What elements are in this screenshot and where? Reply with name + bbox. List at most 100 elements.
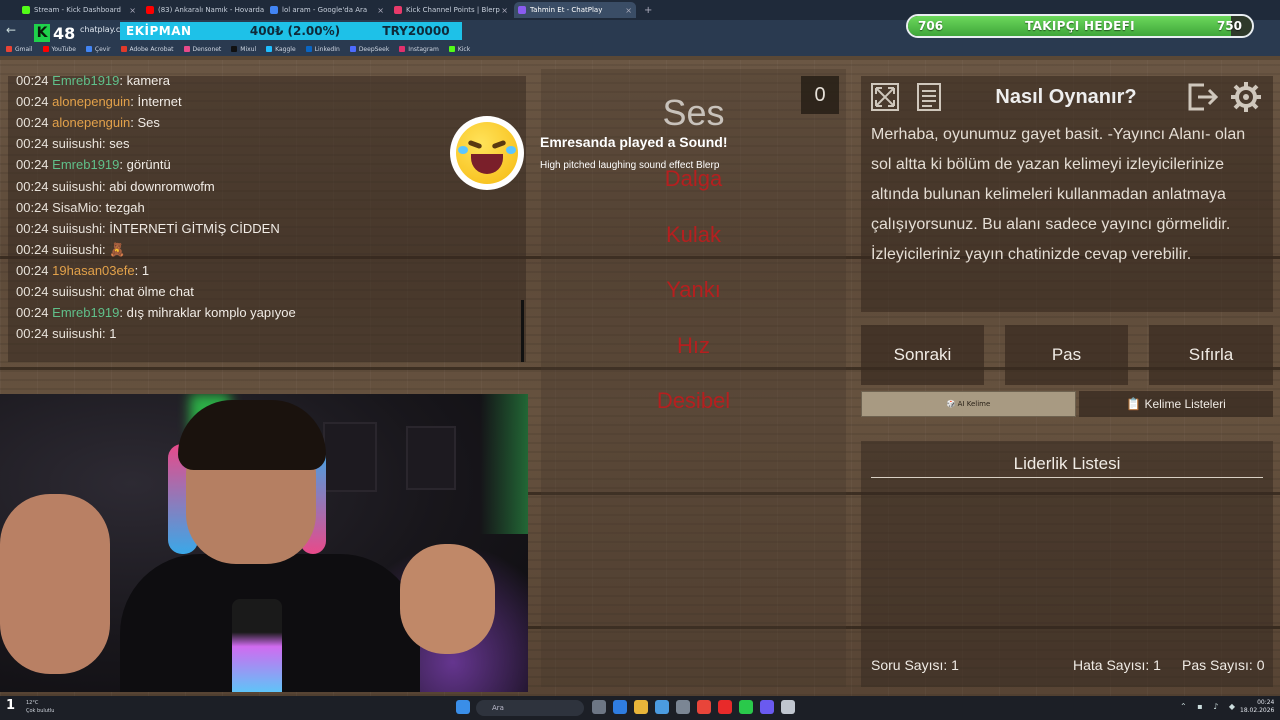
forbidden-word: Hız [677, 332, 710, 358]
chat-username[interactable]: suiisushi [52, 284, 102, 299]
webcam-feed [0, 394, 528, 692]
chat-text: kamera [126, 73, 170, 88]
bookmark-item[interactable]: YouTube [42, 46, 76, 53]
chat-username[interactable]: Emreb1919 [52, 157, 119, 172]
follower-goal-target: 750 [1216, 19, 1242, 33]
bookmark-item[interactable]: DeepSeek [349, 46, 389, 53]
tab-label: Kick Channel Points | Blerp [406, 6, 500, 14]
bookmark-item[interactable]: Instagram [399, 46, 439, 53]
chat-text: 1 [141, 262, 150, 278]
discord-icon[interactable] [760, 700, 774, 714]
settings-gear-icon[interactable] [1229, 80, 1263, 114]
tab-favicon-icon [22, 6, 30, 14]
chat-timestamp: 00:24 [16, 284, 49, 299]
bookmark-favicon-icon [448, 46, 455, 52]
chat-username[interactable]: Emreb1919 [52, 73, 119, 88]
bookmark-item[interactable]: Gmail [6, 46, 33, 53]
exit-icon[interactable] [1185, 80, 1219, 114]
chat-text: abi downromwofm [109, 178, 215, 194]
bookmark-item[interactable]: Densonet [183, 46, 221, 53]
system-tray[interactable]: ⌃ ▪ ♪ ◆ [1180, 702, 1239, 711]
fullscreen-icon[interactable] [868, 80, 902, 114]
youtube-icon[interactable] [718, 700, 732, 714]
clock-date: 18.02.2026 [1240, 707, 1275, 714]
kick-viewer-badge: K 48 [34, 24, 75, 43]
chat-username[interactable]: Emreb1919 [52, 305, 119, 320]
forbidden-word: Yankı [666, 277, 721, 302]
equipment-label: EKİPMAN [126, 24, 192, 38]
bookmark-item[interactable]: Kaggle [266, 46, 296, 53]
bookmark-favicon-icon [399, 46, 406, 52]
chat-message: 00:24 19hasan03efe: 1 [16, 262, 150, 278]
bookmark-favicon-icon [305, 46, 312, 52]
word-lists-button[interactable]: 📋 Kelime Listeleri [1079, 391, 1273, 417]
browser-tab[interactable]: Tahmin Et - ChatPlay × [514, 2, 636, 18]
chat-username[interactable]: SisaMio [52, 200, 98, 215]
weather-widget[interactable]: 12°C Çok bulutlu [26, 699, 54, 715]
back-arrow-icon[interactable]: ← [6, 23, 16, 37]
chat-username[interactable]: alonepenguin [52, 115, 130, 130]
forbidden-word: Kulak [665, 221, 722, 247]
chat-username[interactable]: suiisushi [52, 242, 102, 257]
browser-tab[interactable]: Kick Channel Points | Blerp × [390, 2, 512, 18]
chat-username[interactable]: 19hasan03efe [52, 263, 134, 278]
chat-message: 00:24 suiisushi: chat ölme chat [16, 284, 194, 299]
tab-close-icon[interactable]: × [129, 6, 136, 15]
bookmark-item[interactable]: Kick [448, 46, 470, 53]
chat-timestamp: 00:24 [16, 199, 49, 215]
whatsapp-icon[interactable] [739, 700, 753, 714]
chat-text: chat ölme chat [109, 284, 194, 299]
bookmark-item[interactable]: Çevir [85, 46, 111, 53]
obs-icon[interactable] [781, 700, 795, 714]
start-icon[interactable] [456, 700, 470, 714]
document-icon[interactable] [912, 80, 946, 114]
chat-timestamp: 00:24 [16, 157, 49, 173]
taskbar-apps [456, 700, 477, 714]
weather-temp: 12°C [26, 700, 39, 706]
tab-close-icon[interactable]: × [501, 6, 508, 15]
chrome-icon[interactable] [697, 700, 711, 714]
task-view-icon[interactable] [592, 700, 606, 714]
next-button[interactable]: Sonraki [861, 325, 984, 385]
tab-close-icon[interactable]: × [625, 6, 632, 15]
equipment-goal-bar: EKİPMAN 400₺ (2.00%) TRY20000 [120, 22, 462, 40]
bookmark-item[interactable]: Mixul [231, 46, 256, 53]
reset-button[interactable]: Sıfırla [1149, 325, 1273, 385]
chat-scrollbar[interactable] [521, 300, 524, 362]
tab-close-icon[interactable]: × [377, 6, 384, 15]
tab-favicon-icon [518, 6, 526, 14]
browser-tab[interactable]: Stream - Kick Dashboard × [18, 2, 140, 18]
chat-username[interactable]: suiisushi [52, 221, 102, 236]
new-tab-button[interactable]: + [644, 5, 652, 16]
taskbar-search[interactable]: Ara [476, 700, 584, 716]
chat-text: görüntü [126, 157, 171, 173]
chat-username[interactable]: suiisushi [52, 136, 102, 151]
chat-username[interactable]: suiisushi [52, 179, 102, 194]
chat-message: 00:24 alonepenguin: İnternet [16, 94, 182, 110]
chat-username[interactable]: suiisushi [52, 326, 102, 341]
clock-time: 00:24 [1257, 699, 1275, 706]
how-to-play-title: Nasıl Oynanır? [995, 86, 1137, 108]
file-explorer-icon[interactable] [634, 700, 648, 714]
edge-icon[interactable] [613, 700, 627, 714]
pass-button[interactable]: Pas [1005, 325, 1128, 385]
follower-goal-current: 706 [918, 19, 944, 33]
bookmark-label: Adobe Acrobat [129, 45, 174, 53]
mail-icon[interactable] [655, 700, 669, 714]
follower-goal-bar: 706 TAKIPÇI HEDEFI 750 [906, 14, 1254, 38]
app-icon[interactable] [676, 700, 690, 714]
notification-badge[interactable]: 1 [6, 698, 15, 713]
chat-message: 00:24 Emreb1919: dış mihraklar komplo ya… [16, 305, 296, 321]
ai-word-button[interactable]: 🎲 AI Kelime [861, 391, 1076, 417]
chat-username[interactable]: alonepenguin [52, 94, 130, 109]
chat-text: 🧸 [109, 241, 126, 257]
bookmark-item[interactable]: LinkedIn [305, 46, 340, 53]
kick-logo-icon: K [34, 24, 50, 42]
browser-tab[interactable]: lol aram - Google'da Ara × [266, 2, 388, 18]
taskbar-clock[interactable]: 00:24 18.02.2026 [1240, 699, 1274, 715]
chat-text: ses [109, 136, 130, 152]
bookmarks-bar: Gmail YouTube Çevir Adobe Acrobat Densonet Mi… [0, 42, 1280, 56]
chat-text: dış mihraklar komplo yapıyoe [126, 305, 296, 321]
bookmark-item[interactable]: Adobe Acrobat [120, 45, 174, 53]
browser-tab[interactable]: (83) Ankaralı Namık - Hovarda× [142, 2, 264, 18]
